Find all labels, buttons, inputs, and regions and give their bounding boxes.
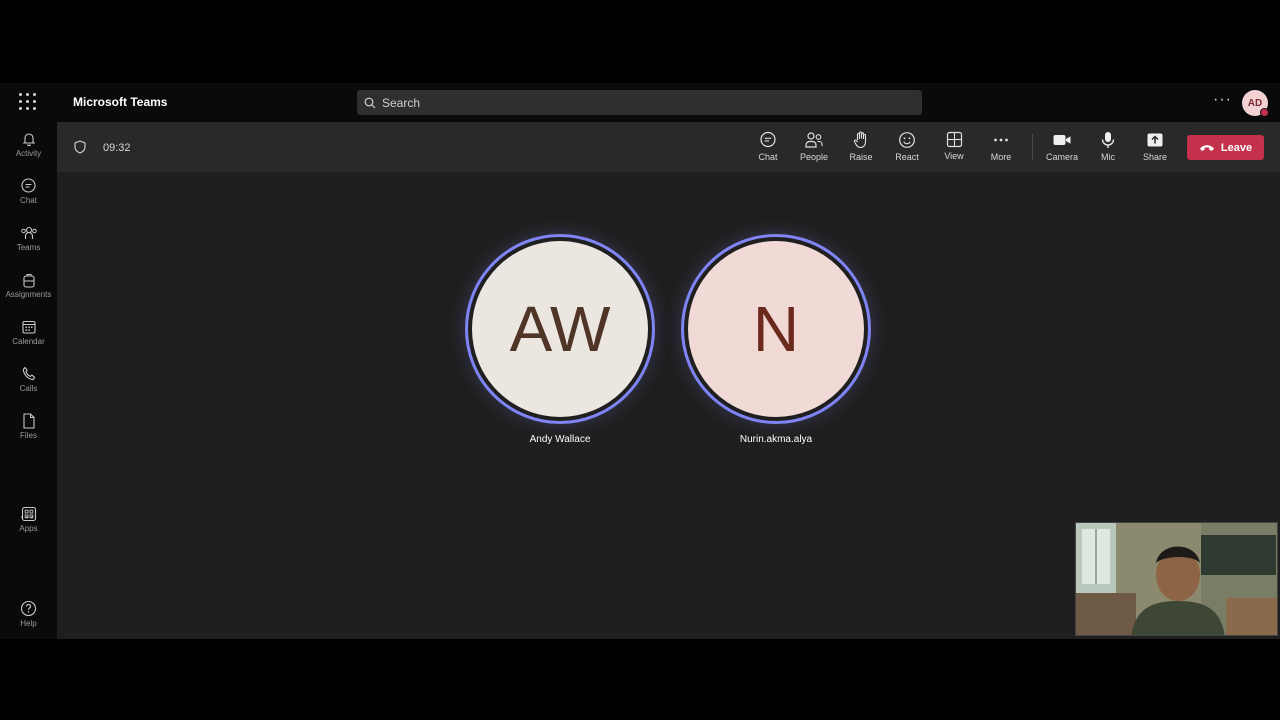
self-view-image <box>1076 523 1277 635</box>
camera-button[interactable]: Camera <box>1039 131 1085 162</box>
avatar-initials: AD <box>1247 97 1263 109</box>
shield-icon <box>74 140 86 154</box>
control-label: Share <box>1142 152 1168 162</box>
control-label: View <box>944 151 964 161</box>
apps-icon <box>21 506 36 522</box>
backpack-icon <box>22 274 35 288</box>
help-icon <box>20 600 37 617</box>
mic-button[interactable]: Mic <box>1085 131 1131 162</box>
bell-icon <box>22 133 35 147</box>
meeting-bar: 09:32 Chat People Raise React View More <box>57 122 1280 172</box>
smiley-icon <box>899 132 915 148</box>
participant-avatar-ring: N <box>681 234 871 424</box>
ellipsis-icon <box>994 138 1008 142</box>
calendar-icon <box>21 320 36 334</box>
file-icon <box>22 413 35 429</box>
self-view-video[interactable] <box>1075 522 1278 636</box>
rail-item-calendar[interactable]: Calendar <box>0 319 57 346</box>
control-label: More <box>990 152 1012 162</box>
phone-icon <box>22 366 35 381</box>
leave-button[interactable]: Leave <box>1187 135 1264 160</box>
control-label: React <box>895 152 919 162</box>
control-label: People <box>799 152 829 162</box>
rail-label: Apps <box>19 524 38 533</box>
avatar[interactable]: AD <box>1242 90 1269 117</box>
grid-icon <box>946 131 962 148</box>
search-placeholder: Search <box>382 95 421 110</box>
more-actions-button[interactable]: More <box>978 131 1024 162</box>
control-label: Raise <box>849 152 873 162</box>
hang-up-icon <box>1199 145 1214 151</box>
control-label: Camera <box>1045 152 1078 162</box>
rail-item-teams[interactable]: Teams <box>0 225 57 252</box>
rail-label: Assignments <box>5 290 52 299</box>
hand-icon <box>853 131 867 149</box>
rail-label: Chat <box>20 196 37 205</box>
participant-avatar-ring: AW <box>465 234 655 424</box>
title-bar: Microsoft Teams Search ··· AD <box>0 83 1280 122</box>
rail-label: Files <box>20 431 37 440</box>
raise-hand-button[interactable]: Raise <box>838 131 884 162</box>
participant-tile[interactable]: AW Andy Wallace <box>465 234 655 445</box>
participant-name: Nurin.akma.alya <box>739 434 813 445</box>
app-title: Microsoft Teams <box>73 95 168 109</box>
view-button[interactable]: View <box>931 131 977 161</box>
rail-item-chat[interactable]: Chat <box>0 178 57 205</box>
search-input[interactable]: Search <box>357 90 922 115</box>
status-indicator <box>1260 108 1269 117</box>
chat-bubble-icon <box>760 131 776 148</box>
search-icon <box>364 97 376 108</box>
teams-icon <box>20 226 37 239</box>
control-label: Mic <box>1101 152 1115 162</box>
rail-item-activity[interactable]: Activity <box>0 131 57 158</box>
rail-item-files[interactable]: Files <box>0 413 57 440</box>
participant-avatar: N <box>688 241 864 417</box>
rail-item-apps[interactable]: Apps <box>0 506 57 533</box>
camera-icon <box>1053 135 1071 145</box>
rail-item-assignments[interactable]: Assignments <box>0 272 57 299</box>
rail-label: Activity <box>15 149 42 158</box>
toolbar-divider <box>1032 134 1033 160</box>
rail-label: Teams <box>16 243 41 252</box>
mic-icon <box>1101 132 1115 148</box>
settings-more-icon[interactable]: ··· <box>1213 91 1232 109</box>
participant-name: Andy Wallace <box>529 434 591 445</box>
app-launcher-icon[interactable] <box>19 93 37 111</box>
chat-icon <box>21 178 36 193</box>
leave-label: Leave <box>1220 141 1253 154</box>
rail-item-calls[interactable]: Calls <box>0 366 57 393</box>
app-rail: Activity Chat Teams Assignments Calendar… <box>0 122 57 639</box>
people-icon <box>805 132 823 148</box>
react-button[interactable]: React <box>884 131 930 162</box>
control-label: Chat <box>758 152 778 162</box>
rail-item-help[interactable]: Help <box>0 600 57 628</box>
share-icon <box>1147 133 1163 147</box>
rail-label: Help <box>20 619 37 628</box>
chat-button[interactable]: Chat <box>745 131 791 162</box>
participant-tile[interactable]: N Nurin.akma.alya <box>681 234 871 445</box>
share-button[interactable]: Share <box>1132 131 1178 162</box>
people-button[interactable]: People <box>791 131 837 162</box>
rail-label: Calendar <box>12 337 45 346</box>
rail-label: Calls <box>19 384 38 393</box>
participant-avatar: AW <box>472 241 648 417</box>
meeting-timer: 09:32 <box>103 142 131 154</box>
